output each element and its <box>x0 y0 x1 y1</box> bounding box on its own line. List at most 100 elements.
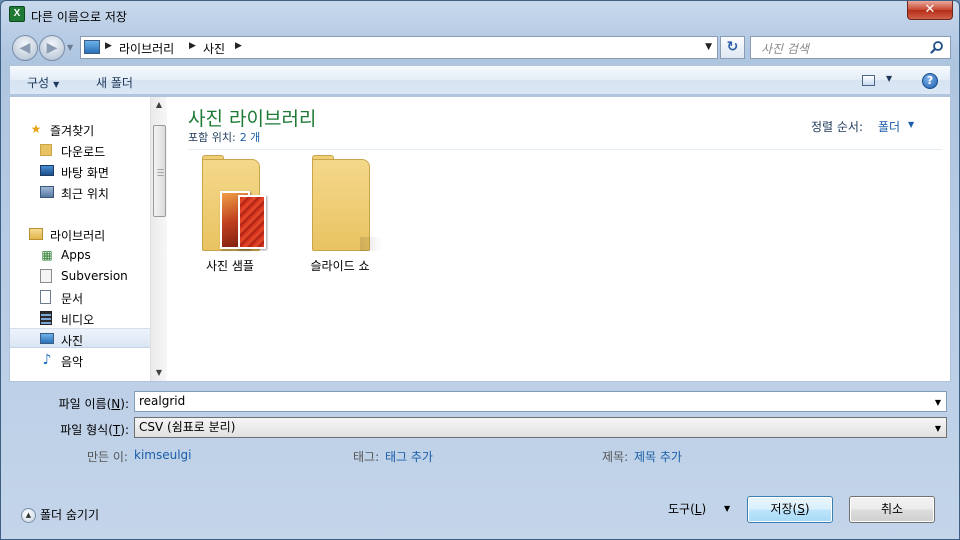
pictures-library-icon <box>84 40 100 54</box>
refresh-button[interactable]: ↻ <box>720 36 745 59</box>
help-button[interactable]: ? <box>922 73 938 89</box>
sidebar-item-desktop[interactable]: 바탕 화면 <box>10 161 150 181</box>
pictures-icon <box>40 333 54 344</box>
library-includes: 포함 위치: 2 개 <box>188 129 260 145</box>
title-field[interactable]: 제목 추가 <box>634 448 682 465</box>
chevron-right-icon[interactable]: ▶ <box>105 41 112 51</box>
navigation-pane: ★ 즐겨찾기 다운로드 바탕 화면 최근 위치 라이브러리 ▦ Apps Sub… <box>10 97 150 381</box>
library-title: 사진 라이브러리 <box>188 108 317 130</box>
documents-icon <box>40 290 51 304</box>
sidebar-item-label: 라이브러리 <box>50 229 106 243</box>
photo-thumbnail <box>238 195 266 249</box>
sidebar-item-label: 즐겨찾기 <box>50 124 95 138</box>
scrollbar-thumb[interactable]: — — — <box>153 125 166 217</box>
sidebar-item-label: 사진 <box>61 334 84 348</box>
folder-item[interactable]: 사진 샘플 <box>180 155 280 275</box>
tags-field[interactable]: 태그 추가 <box>385 448 433 465</box>
cancel-button[interactable]: 취소 <box>849 496 935 523</box>
hide-folders-label: 폴더 숨기기 <box>40 508 100 522</box>
toolbar: 구성 ▼ 새 폴더 ▼ ? <box>9 65 951 95</box>
sidebar-item-documents[interactable]: 문서 <box>10 287 150 307</box>
sidebar-item-label: 최근 위치 <box>61 187 109 201</box>
save-button[interactable]: 저장(S) <box>747 496 833 523</box>
filename-value[interactable]: realgrid <box>139 394 185 408</box>
sidebar-item-music[interactable]: ♪ 음악 <box>10 350 150 370</box>
chevron-down-icon[interactable]: ▼ <box>886 74 892 83</box>
chevron-down-icon[interactable]: ▼ <box>908 120 914 129</box>
title-label: 제목: <box>602 450 629 464</box>
subversion-library-icon <box>40 269 52 283</box>
new-folder-button[interactable]: 새 폴더 <box>96 74 133 91</box>
sidebar-item-videos[interactable]: 비디오 <box>10 308 150 328</box>
chevron-down-icon[interactable]: ▼ <box>724 504 730 513</box>
sidebar-item-subversion[interactable]: Subversion <box>10 266 150 286</box>
back-button[interactable]: ◀ <box>12 35 38 61</box>
sidebar-item-apps[interactable]: ▦ Apps <box>10 245 150 265</box>
music-note-icon: ♪ <box>42 352 52 368</box>
recent-pages-dropdown-icon[interactable]: ▼ <box>67 43 73 52</box>
sidebar-item-label: 바탕 화면 <box>61 166 109 180</box>
title-bar: X 다른 이름으로 저장 ✕ <box>1 1 959 29</box>
chevron-down-icon[interactable]: ▼ <box>705 42 712 52</box>
sidebar-item-favorites[interactable]: ★ 즐겨찾기 <box>10 119 150 139</box>
filename-field[interactable]: realgrid ▼ <box>134 391 947 412</box>
includes-locations-link[interactable]: 2 개 <box>240 131 261 144</box>
forward-button[interactable]: ▶ <box>39 35 65 61</box>
window-title: 다른 이름으로 저장 <box>31 10 127 24</box>
author-value[interactable]: kimseulgi <box>134 448 192 462</box>
sidebar-scrollbar[interactable]: ▲ — — — ▼ <box>150 97 167 381</box>
filetype-select[interactable]: CSV (쉼표로 분리) ▼ <box>134 417 947 438</box>
main-panel: ★ 즐겨찾기 다운로드 바탕 화면 최근 위치 라이브러리 ▦ Apps Sub… <box>9 96 951 382</box>
sidebar-item-label: 음악 <box>61 355 84 369</box>
star-icon: ★ <box>30 122 42 136</box>
folder-item[interactable]: 슬라이드 쇼 <box>290 155 390 275</box>
filename-label: 파일 이름(N): <box>58 397 129 411</box>
chevron-down-icon: ▼ <box>53 80 60 89</box>
libraries-icon <box>29 228 43 240</box>
includes-label: 포함 위치: <box>188 131 236 144</box>
sidebar-item-downloads[interactable]: 다운로드 <box>10 140 150 160</box>
recent-places-icon <box>40 186 54 198</box>
apps-library-icon: ▦ <box>41 248 53 262</box>
chevron-right-icon[interactable]: ▶ <box>189 41 196 51</box>
sidebar-item-label: 다운로드 <box>61 145 106 159</box>
breadcrumb-pictures[interactable]: 사진 <box>203 40 225 57</box>
search-icon[interactable] <box>930 40 944 54</box>
sort-label: 정렬 순서: <box>811 120 864 134</box>
folder-name: 슬라이드 쇼 <box>310 259 370 273</box>
sidebar-item-recent-places[interactable]: 최근 위치 <box>10 182 150 202</box>
organize-label: 구성 <box>27 76 50 90</box>
chevron-down-icon[interactable]: ▼ <box>935 393 941 412</box>
sidebar-item-pictures[interactable]: 사진 <box>10 328 150 348</box>
save-as-dialog: X 다른 이름으로 저장 ✕ ◀ ▶ ▼ ▶ 라이브러리 ▶ 사진 ▶ ▼ ↻ … <box>0 0 960 540</box>
chevron-up-icon: ▲ <box>21 508 36 523</box>
search-placeholder: 사진 검색 <box>761 42 809 56</box>
breadcrumb-libraries[interactable]: 라이브러리 <box>119 40 174 57</box>
sidebar-item-label: 문서 <box>61 292 84 306</box>
tags-label: 태그: <box>353 450 380 464</box>
chevron-down-icon[interactable]: ▼ <box>935 419 941 438</box>
change-view-button[interactable]: ▼ <box>860 72 900 90</box>
videos-icon <box>40 311 52 325</box>
search-input[interactable]: 사진 검색 <box>750 36 951 59</box>
tools-menu[interactable]: 도구(L) <box>668 500 706 517</box>
sidebar-item-label: Apps <box>61 248 91 262</box>
address-bar[interactable]: ▶ 라이브러리 ▶ 사진 ▶ ▼ <box>80 36 718 59</box>
organize-menu[interactable]: 구성 ▼ <box>27 74 59 91</box>
folder-shadow <box>360 237 382 251</box>
chevron-right-icon[interactable]: ▶ <box>235 41 242 51</box>
sidebar-item-libraries[interactable]: 라이브러리 <box>10 224 150 244</box>
divider <box>188 149 942 150</box>
filetype-value: CSV (쉼표로 분리) <box>139 420 236 434</box>
sort-by-dropdown[interactable]: 폴더 <box>878 118 900 135</box>
desktop-icon <box>40 165 54 176</box>
scroll-down-icon[interactable]: ▼ <box>151 365 167 381</box>
excel-icon: X <box>9 6 25 22</box>
scroll-up-icon[interactable]: ▲ <box>151 97 167 113</box>
hide-folders-toggle[interactable]: ▲ 폴더 숨기기 <box>21 506 99 523</box>
author-label: 만든 이: <box>87 450 128 464</box>
close-button[interactable]: ✕ <box>907 1 953 20</box>
sidebar-item-label: 비디오 <box>61 313 95 327</box>
file-list-area[interactable]: 사진 라이브러리 포함 위치: 2 개 정렬 순서: 폴더 ▼ 사진 샘플 슬라이… <box>168 97 950 381</box>
grip-icon: — — — <box>157 165 164 179</box>
